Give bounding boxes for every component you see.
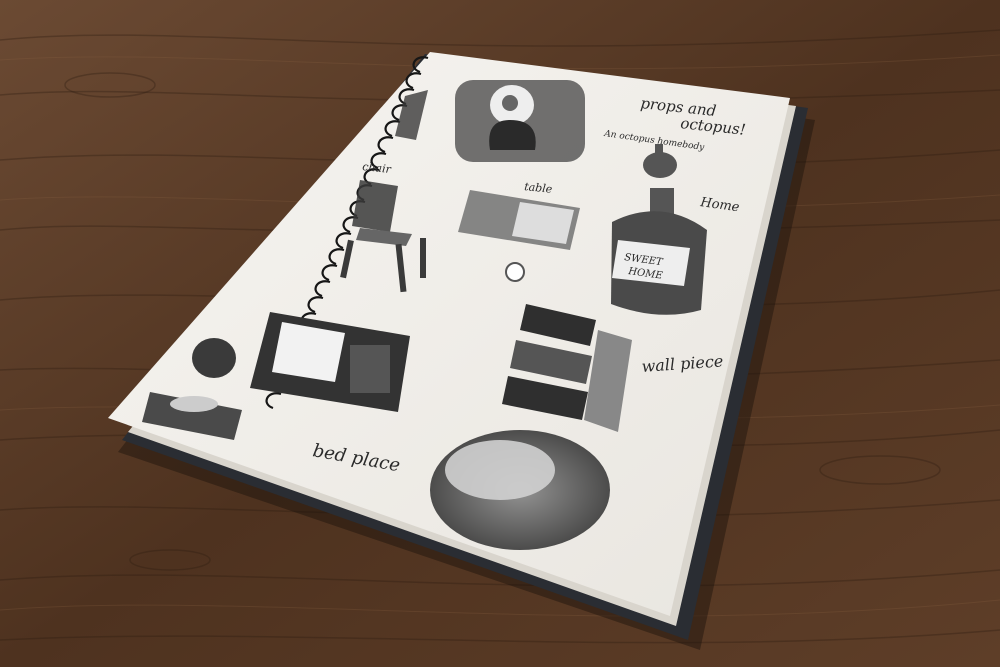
sketchbook-photo: props and octopus! An octopus homebody c… — [0, 0, 1000, 667]
sketch-bed — [430, 430, 610, 550]
sketch-octopus-portrait — [455, 80, 585, 162]
